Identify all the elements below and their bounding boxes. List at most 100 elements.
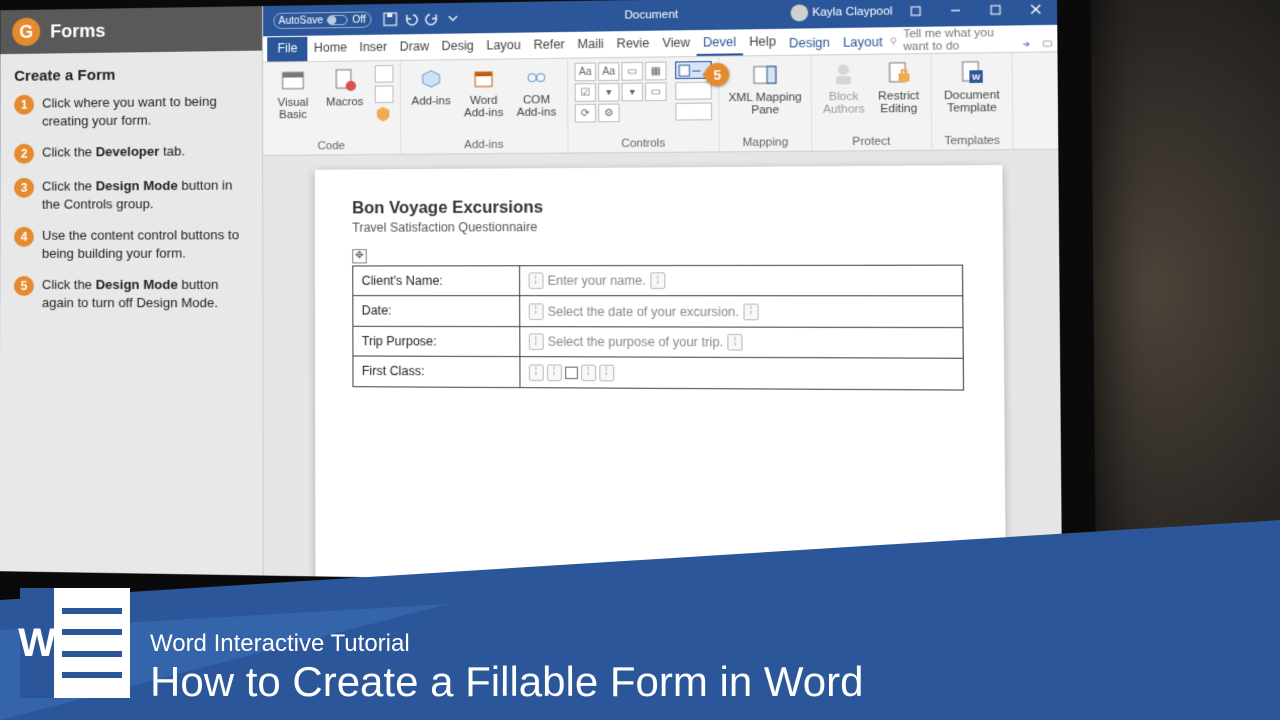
restrict-editing-icon: [883, 58, 914, 88]
content-control[interactable]: ⁞Enter your name.⁞: [528, 272, 665, 289]
autosave-toggle[interactable]: AutoSave Off: [273, 11, 371, 29]
block-authors-icon: [828, 59, 859, 89]
record-macro-button[interactable]: [375, 65, 394, 83]
avatar-icon: [790, 4, 808, 21]
doc-heading[interactable]: Bon Voyage Excursions: [352, 197, 963, 219]
cc-end-tag-icon: ⁞: [743, 303, 758, 320]
field-label[interactable]: First Class:: [353, 356, 520, 387]
table-move-handle-icon[interactable]: ✥: [352, 249, 367, 263]
contextual-tab-layout[interactable]: Layout: [836, 30, 889, 54]
content-controls-gallery: Aa Aa ▭ ▦ ☑ ▾ ▾ ▭ ⟳ ⚙: [575, 62, 667, 123]
document-title: Document: [624, 9, 678, 22]
tab-help[interactable]: Help: [743, 30, 783, 56]
macros-label: Macros: [326, 96, 363, 109]
tab-developer[interactable]: Devel: [696, 30, 742, 56]
control-properties-button[interactable]: [675, 82, 712, 100]
share-icon[interactable]: [1021, 37, 1033, 52]
field-control-cell[interactable]: ⁞Select the purpose of your trip.⁞: [520, 326, 964, 358]
close-button[interactable]: [1019, 0, 1053, 22]
instruction-panel: G Forms Create a Form 1Click where you w…: [0, 6, 264, 576]
ribbon-display-options-icon[interactable]: [899, 0, 932, 24]
tab-references[interactable]: Refer: [527, 33, 571, 58]
combo-box-control-button[interactable]: ▾: [598, 83, 619, 102]
save-icon[interactable]: [381, 11, 398, 28]
table-row[interactable]: Client's Name: ⁞Enter your name.⁞: [353, 265, 963, 296]
field-label[interactable]: Trip Purpose:: [353, 326, 520, 357]
field-control-cell[interactable]: ⁞⁞⁞⁞: [520, 357, 964, 390]
field-control-cell[interactable]: ⁞Enter your name.⁞: [519, 265, 962, 296]
minimize-button[interactable]: [939, 0, 972, 23]
document-template-button[interactable]: W Document Template: [938, 57, 1005, 115]
document-page[interactable]: Bon Voyage Excursions Travel Satisfactio…: [315, 165, 1006, 589]
document-area[interactable]: Bon Voyage Excursions Travel Satisfactio…: [263, 150, 1062, 589]
checkbox-control-button[interactable]: ☑: [575, 83, 596, 102]
content-control[interactable]: ⁞Select the purpose of your trip.⁞: [529, 333, 743, 350]
tab-layout[interactable]: Layou: [480, 34, 527, 59]
qat-dropdown-icon[interactable]: [444, 10, 461, 27]
group-label-code: Code: [318, 140, 345, 152]
group-label-addins: Add-ins: [464, 139, 503, 152]
step-number-badge: 2: [14, 144, 34, 164]
pause-recording-button[interactable]: [375, 85, 394, 103]
rich-text-control-button[interactable]: Aa: [575, 62, 596, 81]
cc-placeholder[interactable]: Select the purpose of your trip.: [543, 334, 727, 349]
tab-view[interactable]: View: [656, 31, 697, 56]
cc-placeholder[interactable]: Select the date of your excursion.: [543, 304, 743, 319]
brand-logo: G: [12, 18, 40, 46]
step-text: Click the Design Mode button in the Cont…: [42, 176, 248, 213]
macros-button[interactable]: Macros: [321, 65, 369, 108]
step-number-badge: 4: [14, 227, 34, 247]
date-picker-control-button[interactable]: ▭: [645, 82, 667, 101]
ribbon-group-mapping: XML Mapping Pane Mapping: [719, 56, 812, 152]
tab-mailings[interactable]: Maili: [571, 32, 610, 57]
field-label[interactable]: Date:: [353, 296, 520, 327]
checkbox-control[interactable]: [565, 366, 578, 378]
doc-subheading[interactable]: Travel Satisfaction Questionnaire: [352, 218, 963, 235]
cc-placeholder[interactable]: Enter your name.: [543, 273, 650, 288]
xml-mapping-pane-button[interactable]: XML Mapping Pane: [726, 60, 805, 117]
redo-icon[interactable]: [423, 10, 440, 27]
content-control[interactable]: ⁞⁞⁞⁞: [529, 364, 614, 381]
content-control[interactable]: ⁞Select the date of your excursion.⁞: [528, 303, 758, 320]
user-account[interactable]: Kayla Claypool: [790, 3, 892, 21]
tell-me-search[interactable]: Tell me what you want to do: [889, 27, 1012, 54]
tab-review[interactable]: Revie: [610, 32, 656, 57]
contextual-tab-design[interactable]: Design: [782, 31, 836, 55]
control-group-button[interactable]: [675, 103, 712, 121]
dropdown-control-button[interactable]: ▾: [622, 83, 644, 102]
table-row[interactable]: First Class: ⁞⁞⁞⁞: [353, 356, 964, 390]
addins-button[interactable]: Add-ins: [407, 64, 455, 108]
ribbon: Visual Basic Macros Code: [263, 52, 1058, 156]
word-addins-button[interactable]: Word Add-ins: [459, 64, 508, 120]
restrict-editing-button[interactable]: Restrict Editing: [873, 58, 924, 115]
cc-end-tag-icon: ⁞: [599, 364, 614, 381]
step-number-badge: 1: [14, 95, 34, 115]
table-row[interactable]: Trip Purpose: ⁞Select the purpose of your…: [353, 326, 963, 358]
repeating-section-control-button[interactable]: ⟳: [575, 104, 596, 123]
field-label[interactable]: Client's Name:: [353, 265, 520, 295]
tab-draw[interactable]: Draw: [393, 35, 435, 60]
undo-icon[interactable]: [402, 11, 419, 28]
form-table[interactable]: Client's Name:⁞Enter your name.⁞Date:⁞Se…: [352, 264, 964, 390]
document-template-icon: W: [956, 57, 987, 87]
field-control-cell[interactable]: ⁞Select the date of your excursion.⁞: [519, 296, 963, 327]
cc-start-tag-icon: ⁞: [529, 333, 544, 350]
macro-security-icon[interactable]: [375, 106, 392, 122]
building-block-control-button[interactable]: ▦: [645, 62, 667, 81]
tab-home[interactable]: Home: [308, 36, 354, 61]
legacy-tools-button[interactable]: ⚙: [598, 104, 619, 123]
visual-basic-button[interactable]: Visual Basic: [269, 66, 316, 122]
maximize-button[interactable]: [979, 0, 1013, 23]
tab-insert[interactable]: Inser: [353, 36, 393, 61]
tab-file[interactable]: File: [267, 37, 308, 62]
table-row[interactable]: Date: ⁞Select the date of your excursion.…: [353, 296, 963, 327]
tab-design[interactable]: Desig: [435, 34, 480, 59]
block-authors-button[interactable]: Block Authors: [818, 59, 869, 116]
com-addins-button[interactable]: COM Add-ins: [512, 63, 561, 119]
monitor-frame: G Forms Create a Form 1Click where you w…: [0, 0, 1096, 621]
plain-text-control-button[interactable]: Aa: [598, 62, 619, 81]
cc-end-tag-icon: ⁞: [727, 334, 742, 351]
picture-control-button[interactable]: ▭: [621, 62, 642, 81]
visual-basic-icon: [279, 66, 308, 95]
comments-icon[interactable]: [1041, 37, 1053, 52]
